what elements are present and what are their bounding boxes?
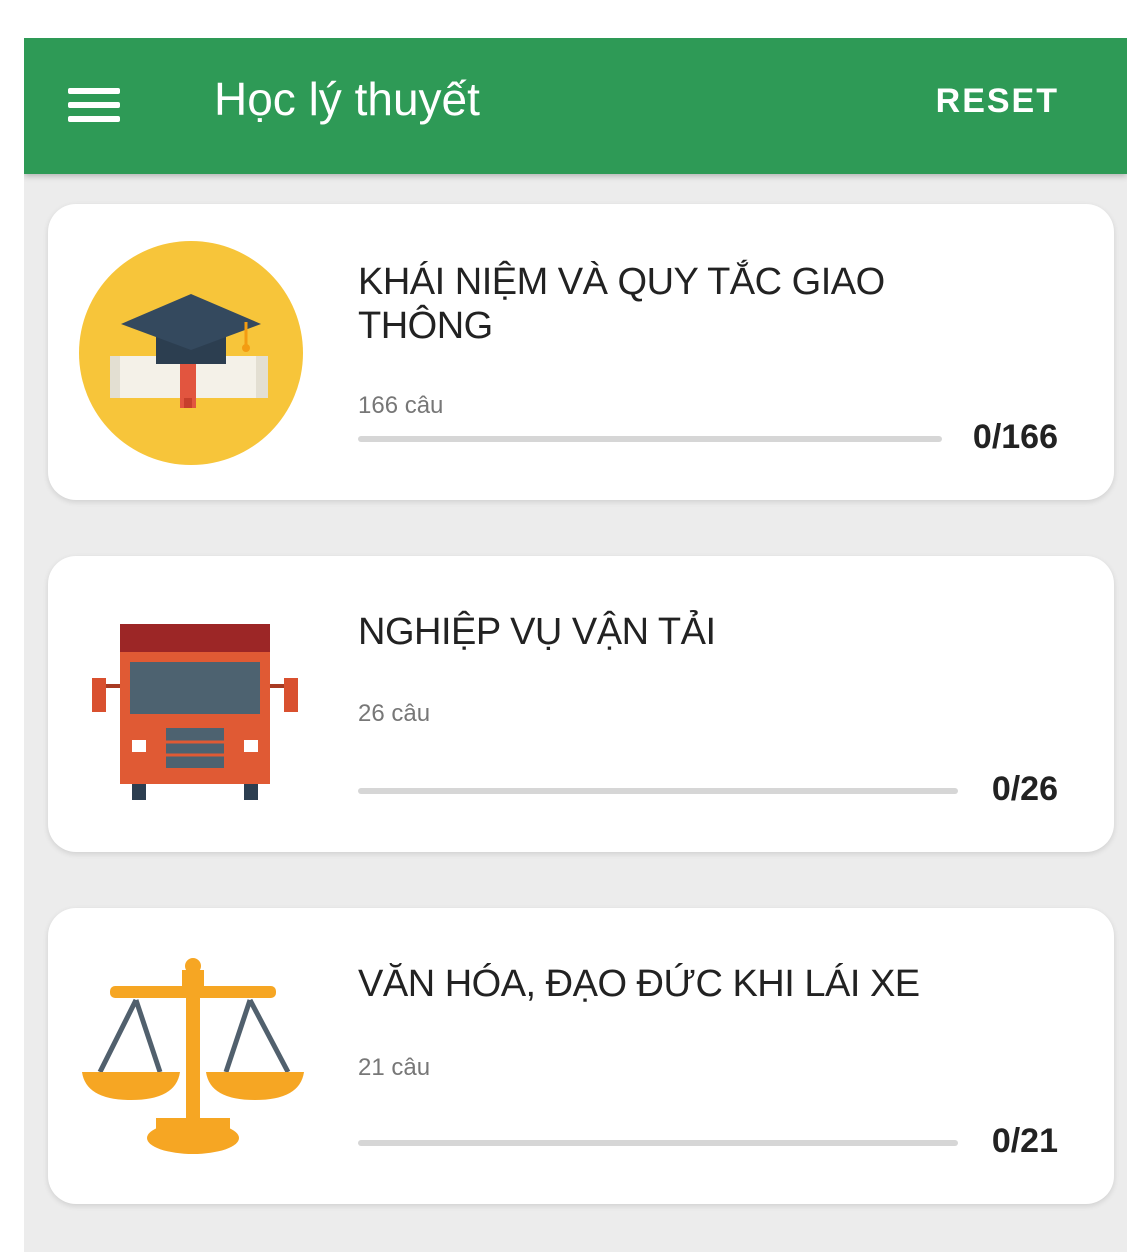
progress-label: 0/21 [991,1122,1058,1160]
question-count: 21 câu [358,1054,431,1081]
topic-card-culture-ethics[interactable]: VĂN HÓA, ĐẠO ĐỨC KHI LÁI XE 21 câu 0/21 [48,908,1114,1204]
topic-card-transport-operations[interactable]: NGHIỆP VỤ VẬN TẢI 26 câu 0/26 [48,556,1114,852]
topic-title: VĂN HÓA, ĐẠO ĐỨC KHI LÁI XE [358,963,920,1005]
progress-label: 0/166 [972,418,1058,456]
screen: Học lý thuyết RESET KHÁI NIỆM VÀ QUY TẮC… [24,38,1127,1252]
progress-label: 0/26 [991,770,1058,808]
progress-bar [358,1140,958,1146]
scales-icon [76,942,306,1172]
progress-bar [358,436,942,442]
progress-bar [358,788,958,794]
question-count: 26 câu [358,700,431,727]
topic-card-concepts-rules[interactable]: KHÁI NIỆM VÀ QUY TẮC GIAO THÔNG 166 câu … [48,204,1114,500]
truck-icon [76,590,306,820]
topic-title: NGHIỆP VỤ VẬN TẢI [358,611,716,653]
page-title: Học lý thuyết [214,73,480,125]
app-bar: Học lý thuyết RESET [24,38,1127,174]
graduation-cap-icon [76,238,306,468]
topic-title: KHÁI NIỆM VÀ QUY TẮC GIAO THÔNG [358,261,885,347]
question-count: 166 câu [358,392,444,419]
reset-button[interactable]: RESET [936,82,1059,121]
menu-icon[interactable] [64,80,122,132]
